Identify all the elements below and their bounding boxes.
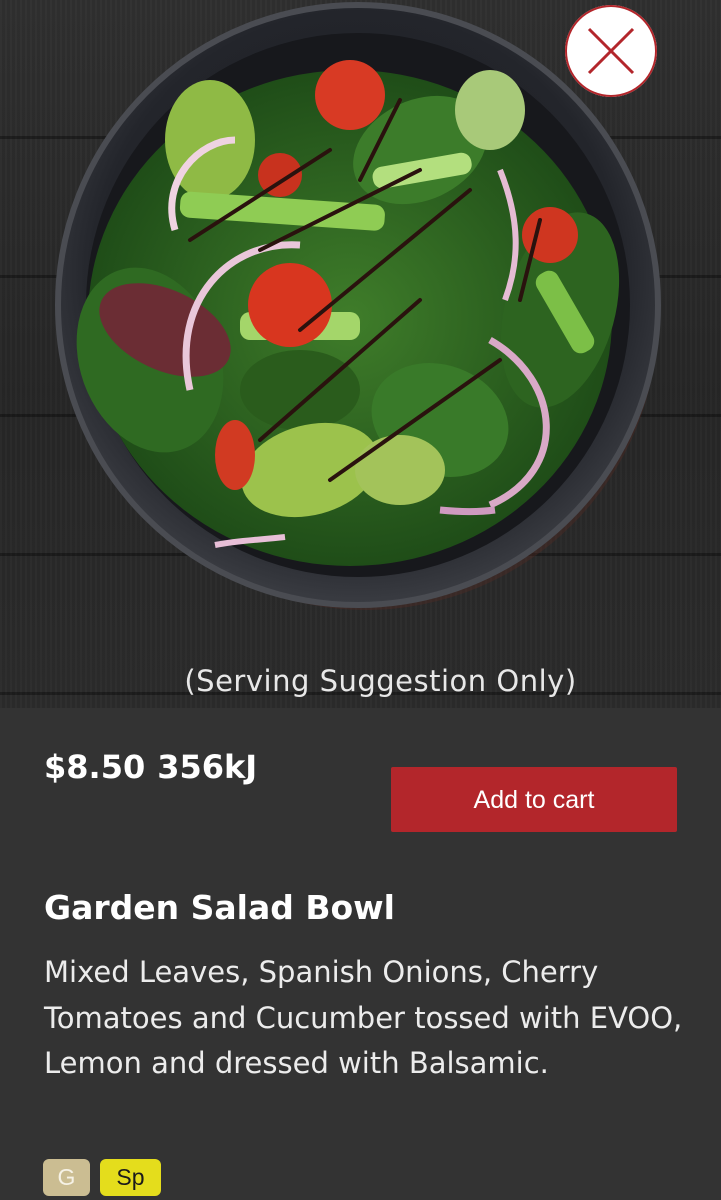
close-icon [587, 27, 635, 75]
dietary-tag-sp: Sp [100, 1159, 161, 1196]
salad-bowl-illustration [55, 2, 661, 610]
dietary-tag-g: G [43, 1159, 90, 1196]
product-title: Garden Salad Bowl [44, 888, 395, 927]
product-description: Mixed Leaves, Spanish Onions, Cherry Tom… [44, 955, 683, 1080]
energy-kj: 356kJ [157, 748, 258, 786]
close-button[interactable] [565, 5, 657, 97]
product-image: (Serving Suggestion Only) [0, 0, 721, 708]
dietary-tags: G Sp [43, 1159, 161, 1196]
add-to-cart-button[interactable]: Add to cart [391, 767, 677, 832]
price: $8.50 [44, 748, 146, 786]
product-detail-screen: (Serving Suggestion Only) $8.50 356kJ Add… [0, 0, 721, 1200]
serving-suggestion-caption: (Serving Suggestion Only) [184, 664, 577, 698]
price-energy-line: $8.50 356kJ [44, 748, 257, 786]
